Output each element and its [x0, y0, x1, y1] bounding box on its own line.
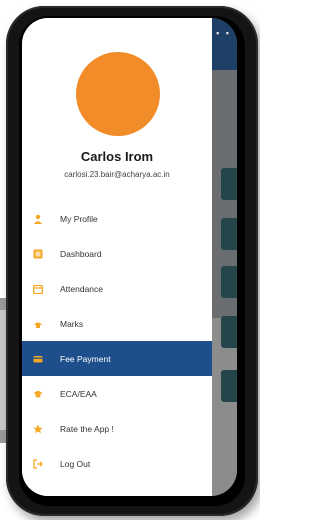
person-icon [33, 214, 43, 224]
calendar-icon [33, 284, 43, 294]
user-name: Carlos Irom [80, 149, 154, 164]
menu-item-fee-payment[interactable]: Fee Payment [22, 341, 212, 376]
menu-item-label: Log Out [60, 458, 91, 469]
drawer-menu: My Profile Dashboard Attendance Marks Fe… [22, 201, 212, 481]
payment-icon [33, 354, 43, 364]
menu-item-label: Dashboard [60, 248, 102, 259]
menu-item-my-profile[interactable]: My Profile [22, 201, 212, 236]
app-card[interactable] [221, 316, 237, 348]
menu-item-rate-app[interactable]: Rate the App ! [22, 411, 212, 446]
status-bar-icons: ▪ ▪ [216, 28, 231, 38]
menu-item-attendance[interactable]: Attendance [22, 271, 212, 306]
dashboard-icon [33, 249, 43, 259]
menu-item-label: Marks [60, 318, 84, 329]
navigation-drawer: Carlos Irom carlosi.23.bair@acharya.ac.i… [22, 18, 212, 496]
menu-item-dashboard[interactable]: Dashboard [22, 236, 212, 271]
app-card[interactable] [221, 218, 237, 250]
menu-item-eca-eaa[interactable]: ECA/EAA [22, 376, 212, 411]
menu-item-marks[interactable]: Marks [22, 306, 212, 341]
logout-icon [33, 458, 43, 469]
menu-item-label: My Profile [60, 213, 98, 224]
menu-item-label: Attendance [60, 283, 104, 294]
menu-item-label: Rate the App ! [60, 423, 114, 434]
menu-item-label: Fee Payment [60, 353, 111, 364]
marks-icon [33, 319, 43, 329]
avatar[interactable] [76, 52, 160, 136]
app-card[interactable] [221, 168, 237, 200]
star-icon [33, 424, 43, 434]
graduation-icon [33, 389, 43, 399]
app-card[interactable] [221, 266, 237, 298]
phone-screen: ▪ ▪ Carlos Irom carlosi.23.bair@acharya.… [22, 18, 237, 496]
menu-item-label: ECA/EAA [60, 388, 97, 399]
user-email: carlosi.23.bair@acharya.ac.in [64, 170, 170, 179]
mockup-stage: ▪ ▪ Carlos Irom carlosi.23.bair@acharya.… [0, 0, 260, 520]
menu-item-log-out[interactable]: Log Out [22, 446, 212, 481]
app-card[interactable] [221, 370, 237, 402]
